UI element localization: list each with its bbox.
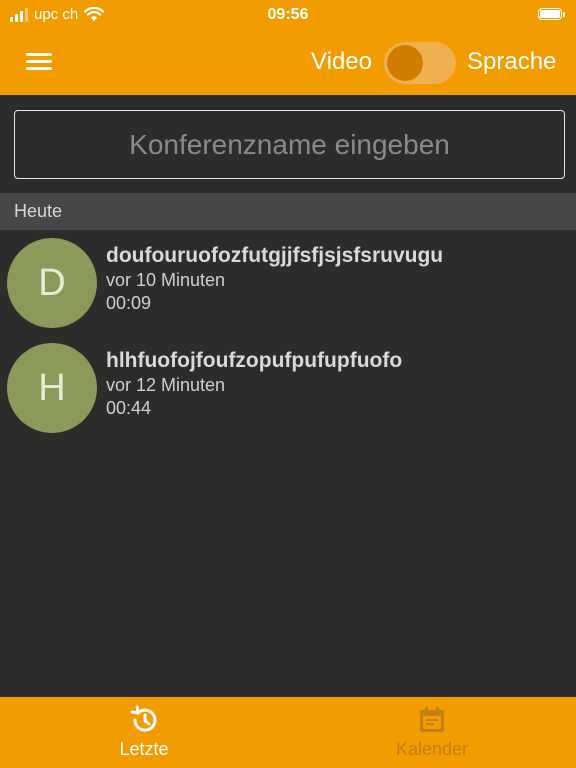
tab-label: Kalender — [395, 739, 469, 759]
tab-bar: Letzte Kalender — [0, 697, 576, 768]
tab-label: Letzte — [119, 739, 169, 759]
list-item[interactable]: H hlhfuofojfoufzopufpufupfuofo vor 12 Mi… — [0, 338, 576, 438]
avatar: H — [7, 343, 97, 433]
tab-recent[interactable]: Letzte — [0, 697, 288, 768]
app-header: Video Sprache — [0, 30, 576, 95]
history-icon — [130, 705, 157, 732]
relative-time: vor 12 Minuten — [106, 375, 226, 395]
video-voice-toggle[interactable] — [384, 42, 456, 84]
avatar: D — [7, 238, 97, 328]
calendar-icon — [420, 707, 444, 732]
section-header-today: Heute — [0, 193, 576, 230]
relative-time: vor 10 Minuten — [106, 270, 226, 290]
hamburger-menu-icon[interactable] — [26, 51, 52, 73]
voice-mode-label: Sprache — [467, 48, 557, 75]
tab-calendar[interactable]: Kalender — [288, 697, 576, 768]
call-duration: 00:09 — [106, 293, 152, 313]
call-duration: 00:44 — [106, 398, 152, 418]
conference-name: doufouruofozfutgjjfsfjsjsfsruvugu — [106, 244, 444, 267]
video-mode-label: Video — [311, 48, 372, 75]
conference-name-input[interactable] — [14, 110, 565, 179]
status-bar: upc ch 09:56 — [0, 0, 576, 30]
list-item[interactable]: D doufouruofozfutgjjfsfjsjsfsruvugu vor … — [0, 233, 576, 333]
battery-icon — [538, 8, 565, 20]
conference-name: hlhfuofojfoufzopufpufupfuofo — [106, 349, 403, 372]
clock: 09:56 — [267, 6, 309, 23]
toggle-knob — [387, 45, 423, 81]
